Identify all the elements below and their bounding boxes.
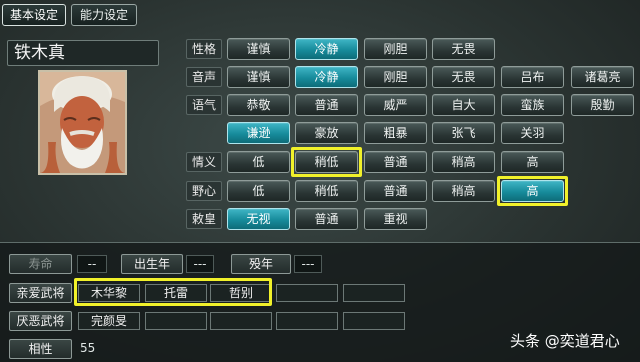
lifespan-label[interactable]: 寿命 <box>9 254 72 274</box>
option-tone-extra-0[interactable]: 谦逊 <box>227 122 290 144</box>
death-year-label: 殁年 <box>231 254 291 274</box>
compatibility-value: 55 <box>80 341 96 355</box>
row-label-personality: 性格 <box>186 39 222 59</box>
option-loyalty-4[interactable]: 高 <box>501 151 564 173</box>
option-tone-extra-4[interactable]: 关羽 <box>501 122 564 144</box>
option-loyalty-0[interactable]: 低 <box>227 151 290 173</box>
highlight-loyalty <box>291 147 362 177</box>
death-year-value: --- <box>294 255 322 273</box>
watermark-text: 头条 @奕道君心 <box>510 332 620 350</box>
option-tone-2[interactable]: 威严 <box>364 94 427 116</box>
row-label-tone: 语气 <box>186 95 222 115</box>
favored-officer-slot[interactable] <box>276 284 338 302</box>
option-tone-extra-3[interactable]: 张飞 <box>432 122 495 144</box>
option-personality-2[interactable]: 刚胆 <box>364 38 427 60</box>
row-label-ambition: 野心 <box>186 181 222 201</box>
birth-year-label: 出生年 <box>121 254 183 274</box>
option-voice-3[interactable]: 无畏 <box>432 66 495 88</box>
row-label-emperor: 敕皇 <box>186 209 222 229</box>
favored-highlight <box>74 278 272 306</box>
highlight-ambition <box>497 176 568 206</box>
lifespan-value: -- <box>77 255 107 273</box>
row-label-voice: 音声 <box>186 67 222 87</box>
option-tone-extra-1[interactable]: 豪放 <box>295 122 358 144</box>
option-emperor-0[interactable]: 无视 <box>227 208 290 230</box>
option-loyalty-2[interactable]: 普通 <box>364 151 427 173</box>
row-label-loyalty: 情义 <box>186 152 222 172</box>
option-voice-4[interactable]: 吕布 <box>501 66 564 88</box>
character-portrait <box>38 70 127 175</box>
compatibility-label[interactable]: 相性 <box>9 339 72 359</box>
option-tone-extra-2[interactable]: 粗暴 <box>364 122 427 144</box>
disliked-officer-slot[interactable] <box>210 312 272 330</box>
disliked-officer-slot[interactable]: 完颜旻 <box>78 312 140 330</box>
tab-ability-settings[interactable]: 能力设定 <box>71 4 137 26</box>
option-emperor-2[interactable]: 重视 <box>364 208 427 230</box>
disliked-officer-slot[interactable] <box>343 312 405 330</box>
option-tone-4[interactable]: 蛮族 <box>501 94 564 116</box>
option-personality-3[interactable]: 无畏 <box>432 38 495 60</box>
option-voice-5[interactable]: 诸葛亮 <box>571 66 634 88</box>
option-ambition-0[interactable]: 低 <box>227 180 290 202</box>
option-voice-1[interactable]: 冷静 <box>295 66 358 88</box>
disliked-officer-slot[interactable] <box>145 312 207 330</box>
option-tone-0[interactable]: 恭敬 <box>227 94 290 116</box>
option-tone-1[interactable]: 普通 <box>295 94 358 116</box>
option-ambition-2[interactable]: 普通 <box>364 180 427 202</box>
option-ambition-1[interactable]: 稍低 <box>295 180 358 202</box>
option-tone-3[interactable]: 自大 <box>432 94 495 116</box>
disliked-officer-slot[interactable] <box>276 312 338 330</box>
option-voice-2[interactable]: 刚胆 <box>364 66 427 88</box>
option-loyalty-3[interactable]: 稍高 <box>432 151 495 173</box>
option-voice-0[interactable]: 谨慎 <box>227 66 290 88</box>
option-emperor-1[interactable]: 普通 <box>295 208 358 230</box>
option-personality-1[interactable]: 冷静 <box>295 38 358 60</box>
portrait-image <box>40 72 125 173</box>
character-name: 铁木真 <box>7 40 159 66</box>
tab-basic-settings[interactable]: 基本设定 <box>2 4 66 26</box>
favored-officers-label[interactable]: 亲爱武将 <box>9 283 72 303</box>
birth-year-value: --- <box>186 255 214 273</box>
option-tone-5[interactable]: 殷勤 <box>571 94 634 116</box>
option-ambition-3[interactable]: 稍高 <box>432 180 495 202</box>
option-personality-0[interactable]: 谨慎 <box>227 38 290 60</box>
favored-officer-slot[interactable] <box>343 284 405 302</box>
disliked-officers-label[interactable]: 厌恶武将 <box>9 311 72 331</box>
